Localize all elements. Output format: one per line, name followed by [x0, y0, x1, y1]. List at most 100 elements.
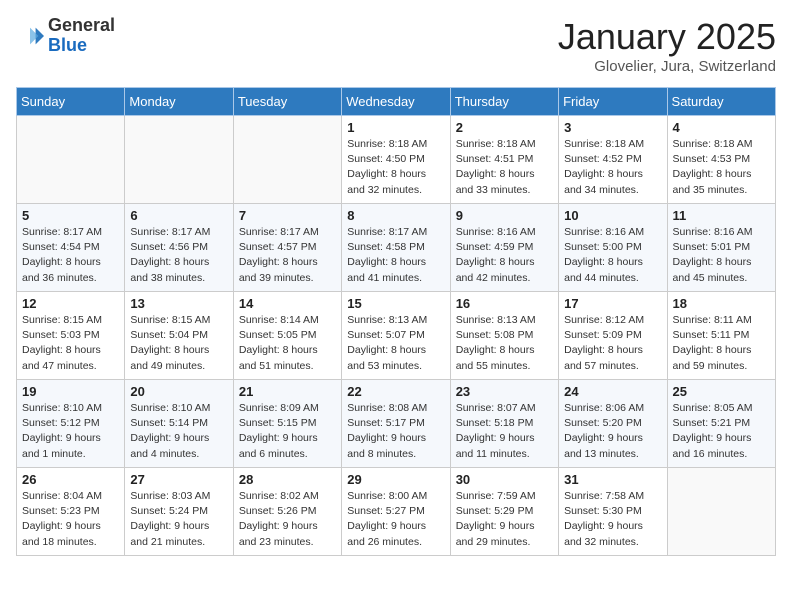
day-info: Sunrise: 8:18 AMSunset: 4:52 PMDaylight:…	[564, 137, 661, 198]
day-info: Sunrise: 7:58 AMSunset: 5:30 PMDaylight:…	[564, 489, 661, 550]
calendar-cell: 24 Sunrise: 8:06 AMSunset: 5:20 PMDayligh…	[559, 380, 667, 468]
day-info: Sunrise: 8:12 AMSunset: 5:09 PMDaylight:…	[564, 313, 661, 374]
day-info: Sunrise: 8:07 AMSunset: 5:18 PMDaylight:…	[456, 401, 553, 462]
day-info: Sunrise: 8:18 AMSunset: 4:50 PMDaylight:…	[347, 137, 444, 198]
logo-blue-text: Blue	[48, 35, 87, 55]
calendar-cell: 29 Sunrise: 8:00 AMSunset: 5:27 PMDayligh…	[342, 468, 450, 556]
calendar-cell: 23 Sunrise: 8:07 AMSunset: 5:18 PMDayligh…	[450, 380, 558, 468]
weekday-header-tuesday: Tuesday	[233, 88, 341, 116]
day-number: 11	[673, 208, 770, 223]
calendar-cell: 12 Sunrise: 8:15 AMSunset: 5:03 PMDayligh…	[17, 292, 125, 380]
day-info: Sunrise: 8:13 AMSunset: 5:08 PMDaylight:…	[456, 313, 553, 374]
day-info: Sunrise: 8:02 AMSunset: 5:26 PMDaylight:…	[239, 489, 336, 550]
day-info: Sunrise: 8:14 AMSunset: 5:05 PMDaylight:…	[239, 313, 336, 374]
calendar-cell	[667, 468, 775, 556]
weekday-header-friday: Friday	[559, 88, 667, 116]
page-header: General Blue January 2025 Glovelier, Jur…	[16, 16, 776, 75]
calendar-cell: 9 Sunrise: 8:16 AMSunset: 4:59 PMDaylight…	[450, 204, 558, 292]
calendar-cell: 5 Sunrise: 8:17 AMSunset: 4:54 PMDaylight…	[17, 204, 125, 292]
day-number: 8	[347, 208, 444, 223]
calendar-cell: 16 Sunrise: 8:13 AMSunset: 5:08 PMDayligh…	[450, 292, 558, 380]
day-info: Sunrise: 7:59 AMSunset: 5:29 PMDaylight:…	[456, 489, 553, 550]
location: Glovelier, Jura, Switzerland	[558, 58, 776, 75]
day-info: Sunrise: 8:15 AMSunset: 5:04 PMDaylight:…	[130, 313, 227, 374]
calendar-cell: 13 Sunrise: 8:15 AMSunset: 5:04 PMDayligh…	[125, 292, 233, 380]
calendar-cell: 3 Sunrise: 8:18 AMSunset: 4:52 PMDaylight…	[559, 116, 667, 204]
calendar-cell: 30 Sunrise: 7:59 AMSunset: 5:29 PMDayligh…	[450, 468, 558, 556]
day-number: 13	[130, 296, 227, 311]
day-number: 4	[673, 120, 770, 135]
day-info: Sunrise: 8:16 AMSunset: 5:01 PMDaylight:…	[673, 225, 770, 286]
logo: General Blue	[16, 16, 115, 56]
calendar-cell: 26 Sunrise: 8:04 AMSunset: 5:23 PMDayligh…	[17, 468, 125, 556]
day-info: Sunrise: 8:17 AMSunset: 4:56 PMDaylight:…	[130, 225, 227, 286]
calendar-cell: 17 Sunrise: 8:12 AMSunset: 5:09 PMDayligh…	[559, 292, 667, 380]
day-info: Sunrise: 8:05 AMSunset: 5:21 PMDaylight:…	[673, 401, 770, 462]
day-info: Sunrise: 8:03 AMSunset: 5:24 PMDaylight:…	[130, 489, 227, 550]
day-number: 19	[22, 384, 119, 399]
calendar-cell: 22Sunrise: 8:08 AMSunset: 5:17 PMDayligh…	[342, 380, 450, 468]
day-number: 17	[564, 296, 661, 311]
calendar-cell: 28Sunrise: 8:02 AMSunset: 5:26 PMDayligh…	[233, 468, 341, 556]
day-info: Sunrise: 8:09 AMSunset: 5:15 PMDaylight:…	[239, 401, 336, 462]
weekday-header-saturday: Saturday	[667, 88, 775, 116]
day-number: 29	[347, 472, 444, 487]
day-info: Sunrise: 8:17 AMSunset: 4:54 PMDaylight:…	[22, 225, 119, 286]
calendar-cell: 14 Sunrise: 8:14 AMSunset: 5:05 PMDayligh…	[233, 292, 341, 380]
month-title: January 2025	[558, 16, 776, 58]
calendar-cell: 21Sunrise: 8:09 AMSunset: 5:15 PMDayligh…	[233, 380, 341, 468]
day-number: 23	[456, 384, 553, 399]
weekday-header-monday: Monday	[125, 88, 233, 116]
day-info: Sunrise: 8:16 AMSunset: 5:00 PMDaylight:…	[564, 225, 661, 286]
day-info: Sunrise: 8:17 AMSunset: 4:57 PMDaylight:…	[239, 225, 336, 286]
day-number: 20	[130, 384, 227, 399]
day-number: 5	[22, 208, 119, 223]
day-info: Sunrise: 8:00 AMSunset: 5:27 PMDaylight:…	[347, 489, 444, 550]
title-block: January 2025 Glovelier, Jura, Switzerlan…	[558, 16, 776, 75]
day-number: 26	[22, 472, 119, 487]
day-info: Sunrise: 8:10 AMSunset: 5:12 PMDaylight:…	[22, 401, 119, 462]
day-number: 12	[22, 296, 119, 311]
calendar-cell: 4 Sunrise: 8:18 AMSunset: 4:53 PMDaylight…	[667, 116, 775, 204]
day-info: Sunrise: 8:06 AMSunset: 5:20 PMDaylight:…	[564, 401, 661, 462]
day-info: Sunrise: 8:18 AMSunset: 4:51 PMDaylight:…	[456, 137, 553, 198]
day-number: 1	[347, 120, 444, 135]
day-number: 14	[239, 296, 336, 311]
calendar-cell: 27 Sunrise: 8:03 AMSunset: 5:24 PMDayligh…	[125, 468, 233, 556]
day-info: Sunrise: 8:17 AMSunset: 4:58 PMDaylight:…	[347, 225, 444, 286]
weekday-header-sunday: Sunday	[17, 88, 125, 116]
day-number: 30	[456, 472, 553, 487]
day-info: Sunrise: 8:10 AMSunset: 5:14 PMDaylight:…	[130, 401, 227, 462]
day-number: 9	[456, 208, 553, 223]
calendar-cell: 15Sunrise: 8:13 AMSunset: 5:07 PMDayligh…	[342, 292, 450, 380]
day-info: Sunrise: 8:08 AMSunset: 5:17 PMDaylight:…	[347, 401, 444, 462]
calendar-cell: 18 Sunrise: 8:11 AMSunset: 5:11 PMDayligh…	[667, 292, 775, 380]
calendar-cell: 20 Sunrise: 8:10 AMSunset: 5:14 PMDayligh…	[125, 380, 233, 468]
calendar-cell: 8 Sunrise: 8:17 AMSunset: 4:58 PMDaylight…	[342, 204, 450, 292]
day-info: Sunrise: 8:16 AMSunset: 4:59 PMDaylight:…	[456, 225, 553, 286]
calendar-table: SundayMondayTuesdayWednesdayThursdayFrid…	[16, 87, 776, 556]
day-number: 3	[564, 120, 661, 135]
calendar-cell	[125, 116, 233, 204]
day-number: 15	[347, 296, 444, 311]
day-number: 31	[564, 472, 661, 487]
logo-icon	[16, 22, 44, 50]
calendar-cell: 31 Sunrise: 7:58 AMSunset: 5:30 PMDayligh…	[559, 468, 667, 556]
calendar-cell: 2Sunrise: 8:18 AMSunset: 4:51 PMDaylight…	[450, 116, 558, 204]
day-number: 6	[130, 208, 227, 223]
calendar-cell: 6 Sunrise: 8:17 AMSunset: 4:56 PMDaylight…	[125, 204, 233, 292]
day-info: Sunrise: 8:15 AMSunset: 5:03 PMDaylight:…	[22, 313, 119, 374]
calendar-cell: 11 Sunrise: 8:16 AMSunset: 5:01 PMDayligh…	[667, 204, 775, 292]
day-info: Sunrise: 8:11 AMSunset: 5:11 PMDaylight:…	[673, 313, 770, 374]
day-number: 18	[673, 296, 770, 311]
calendar-cell: 1 Sunrise: 8:18 AMSunset: 4:50 PMDaylight…	[342, 116, 450, 204]
calendar-cell: 10Sunrise: 8:16 AMSunset: 5:00 PMDayligh…	[559, 204, 667, 292]
day-info: Sunrise: 8:04 AMSunset: 5:23 PMDaylight:…	[22, 489, 119, 550]
day-info: Sunrise: 8:18 AMSunset: 4:53 PMDaylight:…	[673, 137, 770, 198]
day-number: 7	[239, 208, 336, 223]
logo-general-text: General	[48, 15, 115, 35]
day-number: 27	[130, 472, 227, 487]
day-number: 16	[456, 296, 553, 311]
day-number: 25	[673, 384, 770, 399]
day-number: 24	[564, 384, 661, 399]
